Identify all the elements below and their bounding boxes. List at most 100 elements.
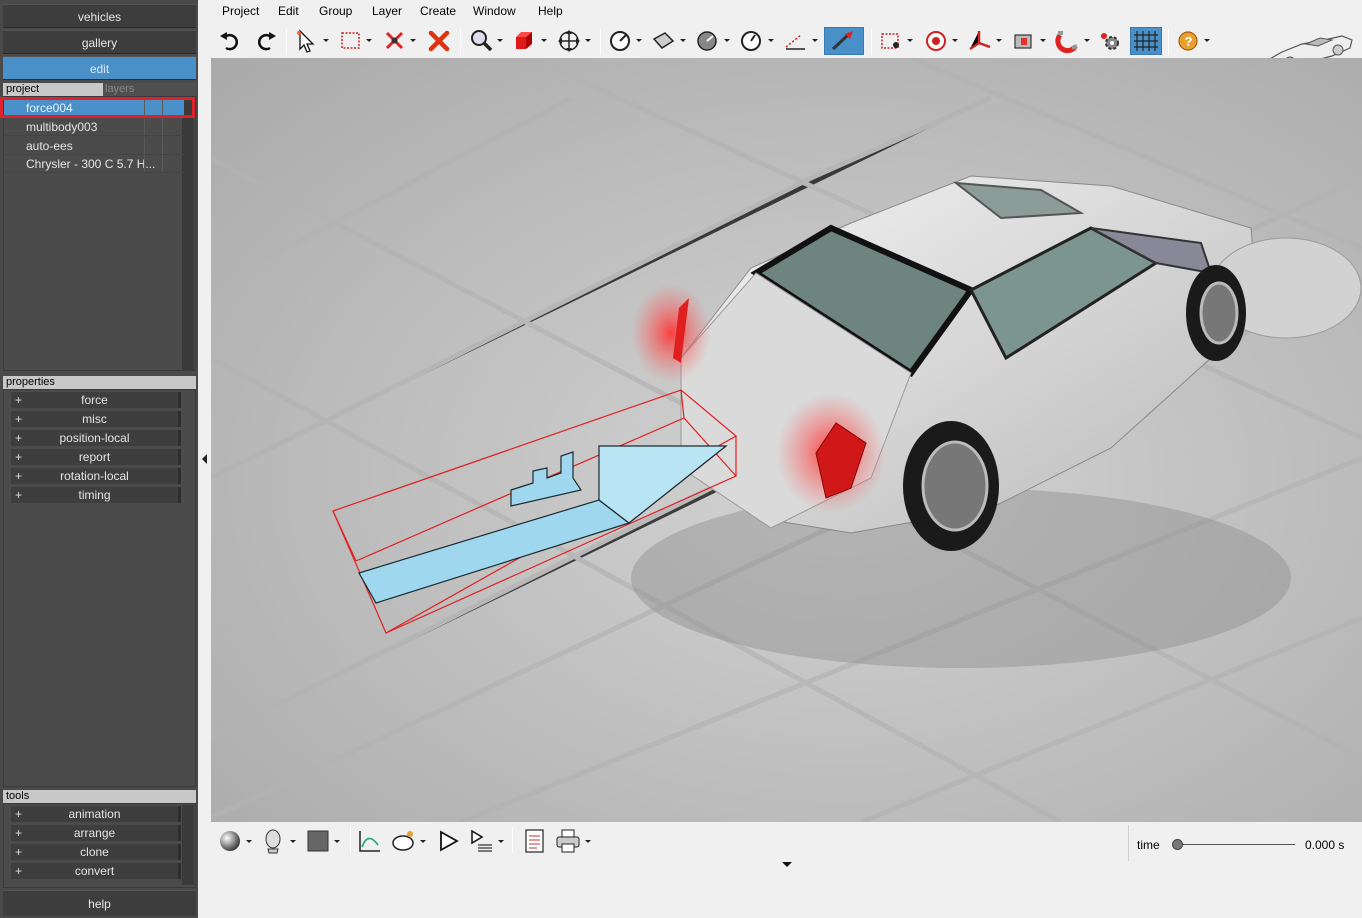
chevron-down-icon[interactable] — [724, 39, 730, 42]
expand-icon[interactable]: + — [15, 468, 22, 484]
grid-icon[interactable] — [1130, 27, 1162, 55]
chevron-down-icon[interactable] — [812, 39, 818, 42]
collapse-panel-icon[interactable] — [202, 454, 207, 464]
menu-create[interactable]: Create — [420, 4, 456, 18]
menu-help[interactable]: Help — [538, 4, 563, 18]
menu-edit[interactable]: Edit — [278, 4, 299, 18]
magnet-icon[interactable] — [1055, 27, 1081, 55]
visibility-cell[interactable] — [144, 137, 162, 154]
tools-scrollbar[interactable] — [182, 805, 194, 885]
layers-tab[interactable]: layers — [103, 83, 196, 96]
sphere-shading-icon[interactable] — [218, 827, 244, 855]
chevron-down-icon[interactable] — [1204, 39, 1210, 42]
property-rotation-local[interactable]: + rotation-local — [11, 468, 181, 484]
expand-icon[interactable]: + — [15, 844, 22, 860]
camera-rotate-icon[interactable] — [390, 827, 416, 855]
print-icon[interactable] — [555, 827, 581, 855]
property-misc[interactable]: + misc — [11, 411, 181, 427]
axes-icon[interactable] — [967, 27, 993, 55]
tool-arrange[interactable]: + arrange — [11, 825, 181, 841]
expand-icon[interactable]: + — [15, 449, 22, 465]
expand-icon[interactable]: + — [15, 806, 22, 822]
menu-group[interactable]: Group — [319, 4, 352, 18]
light-icon[interactable] — [1011, 27, 1037, 55]
time-slider-track[interactable] — [1177, 844, 1295, 845]
chevron-down-icon[interactable] — [680, 39, 686, 42]
cut-joint-icon[interactable] — [382, 27, 408, 55]
expand-timeline-icon[interactable] — [782, 862, 792, 867]
measure-icon[interactable] — [783, 27, 809, 55]
lock-cell[interactable] — [162, 137, 180, 154]
property-force[interactable]: + force — [11, 392, 181, 408]
chevron-down-icon[interactable] — [1040, 39, 1046, 42]
mode-vehicles-button[interactable]: vehicles — [3, 4, 196, 28]
menu-project[interactable]: Project — [222, 4, 259, 18]
camera-target-icon[interactable] — [878, 27, 904, 55]
property-report[interactable]: + report — [11, 449, 181, 465]
clock-icon[interactable] — [739, 27, 765, 55]
menu-window[interactable]: Window — [473, 4, 516, 18]
chevron-down-icon[interactable] — [541, 39, 547, 42]
scene-canvas[interactable] — [211, 58, 1362, 822]
chevron-down-icon[interactable] — [907, 39, 913, 42]
expand-icon[interactable]: + — [15, 392, 22, 408]
chevron-down-icon[interactable] — [996, 39, 1002, 42]
gauge-icon[interactable] — [608, 27, 634, 55]
project-item-multibody003[interactable]: multibody003 — [4, 118, 184, 136]
tool-animation[interactable]: + animation — [11, 806, 181, 822]
chevron-down-icon[interactable] — [420, 840, 426, 843]
lock-cell[interactable] — [162, 155, 180, 172]
chevron-down-icon[interactable] — [498, 840, 504, 843]
3d-viewport[interactable] — [211, 58, 1362, 822]
redo-icon[interactable] — [252, 27, 278, 55]
visibility-cell[interactable] — [144, 155, 162, 172]
plane-icon[interactable] — [651, 27, 677, 55]
chevron-down-icon[interactable] — [334, 840, 340, 843]
chevron-down-icon[interactable] — [323, 39, 329, 42]
help-icon[interactable]: ? — [1176, 27, 1202, 55]
expand-icon[interactable]: + — [15, 487, 22, 503]
help-button[interactable]: help — [3, 890, 196, 916]
playlist-icon[interactable] — [468, 827, 494, 855]
undo-icon[interactable] — [218, 27, 244, 55]
property-timing[interactable]: + timing — [11, 487, 181, 503]
chevron-down-icon[interactable] — [768, 39, 774, 42]
dial-icon[interactable] — [695, 27, 721, 55]
chevron-down-icon[interactable] — [585, 840, 591, 843]
property-position-local[interactable]: + position-local — [11, 430, 181, 446]
time-slider-knob[interactable] — [1172, 839, 1183, 850]
menu-layer[interactable]: Layer — [372, 4, 402, 18]
project-item-auto-ees[interactable]: auto-ees — [4, 137, 184, 155]
select-rect-icon[interactable] — [338, 27, 364, 55]
visibility-cell[interactable] — [144, 118, 162, 135]
color-swatch-icon[interactable] — [305, 827, 331, 855]
expand-icon[interactable]: + — [15, 411, 22, 427]
box-primitive-icon[interactable] — [512, 27, 538, 55]
force-tool-icon[interactable] — [824, 27, 864, 55]
chevron-down-icon[interactable] — [1084, 39, 1090, 42]
delete-icon[interactable] — [426, 27, 452, 55]
head-view-icon[interactable] — [261, 827, 287, 855]
chevron-down-icon[interactable] — [290, 840, 296, 843]
mode-edit-button[interactable]: edit — [3, 56, 196, 80]
chevron-down-icon[interactable] — [497, 39, 503, 42]
chevron-down-icon[interactable] — [952, 39, 958, 42]
mode-gallery-button[interactable]: gallery — [3, 30, 196, 54]
chevron-down-icon[interactable] — [585, 39, 591, 42]
chevron-down-icon[interactable] — [366, 39, 372, 42]
project-item-chrysler[interactable]: Chrysler - 300 C 5.7 H... — [4, 155, 184, 173]
zoom-icon[interactable] — [468, 27, 494, 55]
target-icon[interactable] — [923, 27, 949, 55]
graph-icon[interactable] — [356, 827, 382, 855]
notes-icon[interactable] — [522, 827, 548, 855]
project-tab[interactable]: project — [3, 83, 39, 95]
chevron-down-icon[interactable] — [636, 39, 642, 42]
expand-icon[interactable]: + — [15, 430, 22, 446]
chevron-down-icon[interactable] — [246, 840, 252, 843]
expand-icon[interactable]: + — [15, 825, 22, 841]
chevron-down-icon[interactable] — [410, 39, 416, 42]
tool-clone[interactable]: + clone — [11, 844, 181, 860]
tool-convert[interactable]: + convert — [11, 863, 181, 879]
play-icon[interactable] — [435, 827, 461, 855]
move-gizmo-icon[interactable] — [556, 27, 582, 55]
